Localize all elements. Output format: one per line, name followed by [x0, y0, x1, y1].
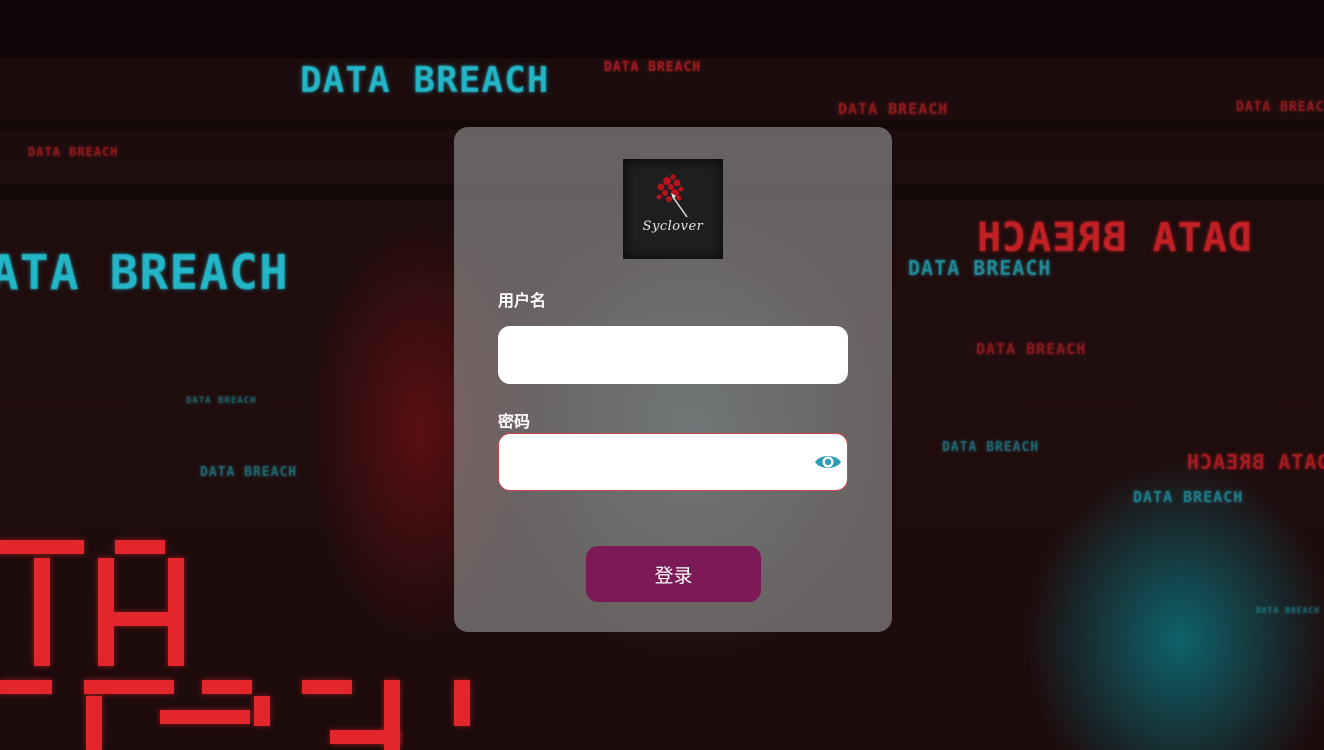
- background-text: DATA BREACH: [1133, 488, 1244, 506]
- background-text: DATA BREACH: [1236, 100, 1324, 115]
- background-text: DATA BREACH: [300, 60, 550, 101]
- password-label: 密码: [498, 412, 531, 431]
- background-text: DATA BREACH: [28, 145, 119, 159]
- username-input[interactable]: [498, 326, 848, 384]
- background-text: DATA BREACH: [1256, 606, 1320, 615]
- password-input[interactable]: [499, 434, 847, 490]
- background-text: DATA BREACH: [838, 100, 949, 118]
- background-text: DATA BREACH: [186, 396, 257, 406]
- background-text: DATA BREACH: [0, 245, 289, 301]
- login-button[interactable]: 登录: [586, 546, 761, 602]
- background-text: DATA BREACH: [604, 60, 702, 75]
- username-label: 用户名: [498, 291, 547, 310]
- login-card: Syclover 用户名 密码 登录: [454, 127, 892, 632]
- background-text: DATA BREACH: [1186, 450, 1324, 474]
- background-text: DATA BREACH: [976, 215, 1252, 261]
- background-text: DATA BREACH: [976, 340, 1087, 358]
- background-strip: [0, 0, 1324, 58]
- clover-icon: [656, 174, 688, 218]
- background-text: DATA BREACH: [200, 465, 298, 480]
- background-text: DATA BREACH: [908, 256, 1052, 280]
- logo-text: Syclover: [642, 219, 704, 234]
- background-text: DATA BREACH: [942, 440, 1040, 455]
- eye-icon[interactable]: [814, 451, 842, 473]
- username-field-box: [498, 326, 848, 384]
- syclover-logo: Syclover: [623, 159, 723, 259]
- password-field-box: [498, 433, 848, 491]
